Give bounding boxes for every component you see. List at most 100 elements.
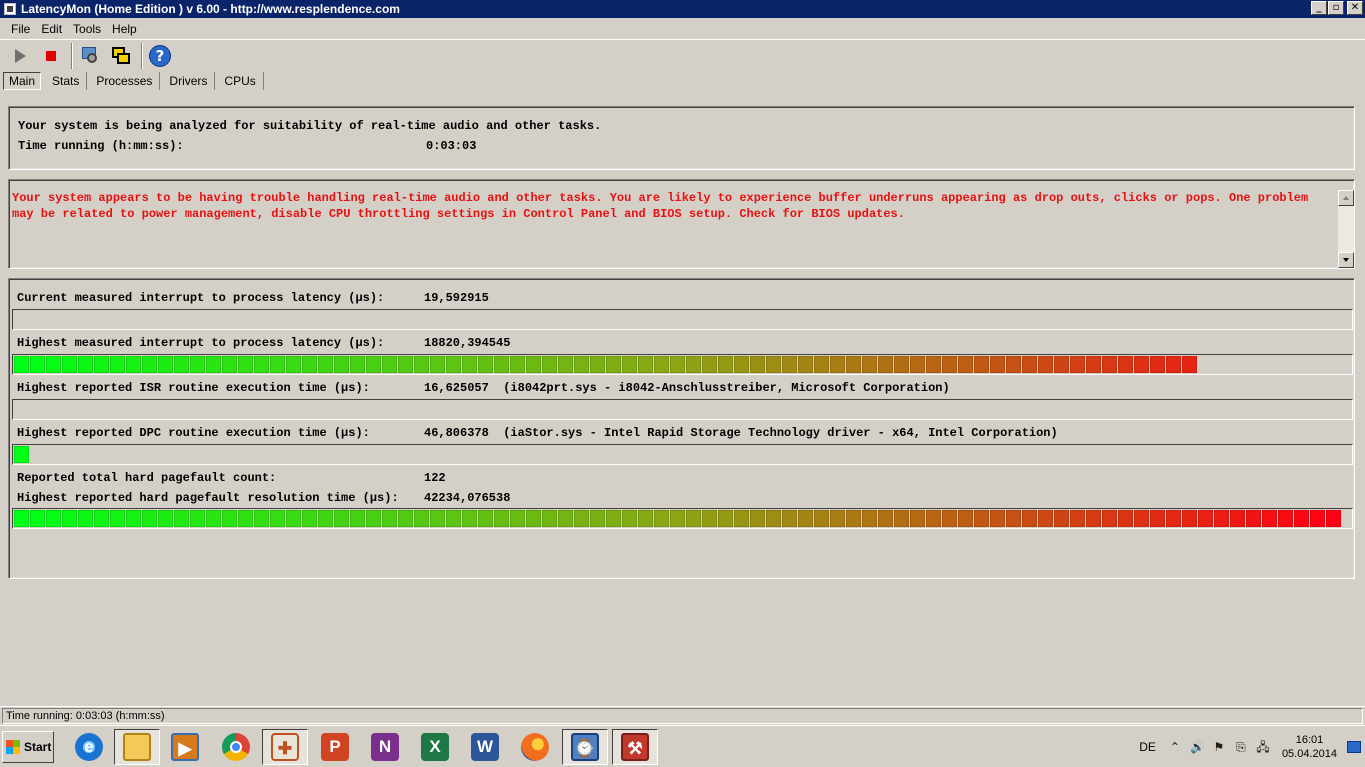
start-button[interactable]: Start xyxy=(2,731,54,763)
help-button[interactable]: ? xyxy=(146,42,174,70)
bar-segment xyxy=(558,356,573,373)
bar-segment xyxy=(190,510,205,527)
bar-segment xyxy=(654,510,669,527)
taskbar-paint[interactable]: ✚ xyxy=(262,729,308,765)
analysis-status-text: Your system is being analyzed for suitab… xyxy=(18,119,602,133)
taskbar-internet-explorer[interactable]: e xyxy=(66,729,112,765)
bar-segment xyxy=(446,356,461,373)
powerpoint-icon: P xyxy=(321,733,349,761)
bar-segment xyxy=(1118,510,1133,527)
show-hidden-icons-icon[interactable]: ⌃ xyxy=(1168,740,1182,754)
taskbar-file-explorer[interactable] xyxy=(114,729,160,765)
clock-date: 05.04.2014 xyxy=(1281,748,1337,760)
app-icon[interactable] xyxy=(4,3,16,15)
clock-time: 16:01 xyxy=(1295,734,1324,746)
bar-segment xyxy=(94,356,109,373)
bar-segment xyxy=(862,510,877,527)
menu-file[interactable]: File xyxy=(6,22,36,36)
taskbar-latencymon[interactable]: ⌚ xyxy=(562,729,608,765)
taskbar-powerpoint[interactable]: P xyxy=(312,729,358,765)
bar-segment xyxy=(542,356,557,373)
start-monitoring-button[interactable] xyxy=(6,42,34,70)
tab-drivers[interactable]: Drivers xyxy=(162,72,216,90)
pagefault-time-value: 42234,076538 xyxy=(424,491,511,505)
isr-time-value: 16,625057 (i8042prt.sys - i8042-Anschlus… xyxy=(424,381,950,395)
scroll-up-icon[interactable] xyxy=(1338,190,1354,206)
bar-segment xyxy=(670,356,685,373)
tab-main[interactable]: Main xyxy=(3,72,42,90)
scroll-down-icon[interactable] xyxy=(1338,252,1354,268)
bar-segment xyxy=(14,356,29,373)
taskbar-toolbox[interactable]: ⚒ xyxy=(612,729,658,765)
bar-segment xyxy=(1102,356,1117,373)
bar-segment xyxy=(190,356,205,373)
taskbar-media-player[interactable]: ▶ xyxy=(162,729,208,765)
taskbar-chrome[interactable] xyxy=(213,729,259,765)
bar-segment xyxy=(974,510,989,527)
toolbar-separator xyxy=(71,42,73,69)
bar-segment xyxy=(1086,356,1101,373)
tab-cpus[interactable]: CPUs xyxy=(217,72,264,90)
bar-segment xyxy=(990,510,1005,527)
taskbar-onenote[interactable]: N xyxy=(362,729,408,765)
bar-segment xyxy=(334,356,349,373)
bar-segment xyxy=(462,510,477,527)
close-button[interactable]: ✕ xyxy=(1347,1,1363,15)
taskbar-excel[interactable]: X xyxy=(412,729,458,765)
bar-segment xyxy=(1118,356,1133,373)
bar-segment xyxy=(62,356,77,373)
taskbar-firefox[interactable] xyxy=(512,729,558,765)
clock[interactable]: 16:01 05.04.2014 xyxy=(1282,733,1337,761)
dpc-time-bar-fill xyxy=(14,446,30,463)
bar-segment xyxy=(238,510,253,527)
bar-segment xyxy=(206,356,221,373)
bar-segment xyxy=(350,510,365,527)
bar-segment xyxy=(606,356,621,373)
highest-latency-bar xyxy=(12,354,1353,375)
bar-segment xyxy=(750,510,765,527)
current-latency-label: Current measured interrupt to process la… xyxy=(17,291,385,305)
configure-button[interactable] xyxy=(76,42,104,70)
bar-segment xyxy=(302,356,317,373)
menu-help[interactable]: Help xyxy=(107,22,143,36)
tab-stats[interactable]: Stats xyxy=(45,72,88,90)
dpc-time-value: 46,806378 (iaStor.sys - Intel Rapid Stor… xyxy=(424,426,1058,440)
bar-segment xyxy=(1278,510,1293,527)
windows-button[interactable] xyxy=(107,42,135,70)
bar-segment xyxy=(734,510,749,527)
show-desktop-icon[interactable] xyxy=(1347,741,1361,753)
bar-segment xyxy=(654,356,669,373)
latencymon-icon: ⌚ xyxy=(571,733,599,761)
bar-segment xyxy=(158,510,173,527)
tab-processes[interactable]: Processes xyxy=(89,72,161,90)
bar-segment xyxy=(1006,356,1021,373)
taskbar-word[interactable]: W xyxy=(462,729,508,765)
bar-segment xyxy=(1246,510,1261,527)
minimize-button[interactable]: _ xyxy=(1311,1,1327,15)
menu-edit[interactable]: Edit xyxy=(36,22,68,36)
safely-remove-hardware-icon[interactable]: ⎘ xyxy=(1234,740,1248,754)
bar-segment xyxy=(558,510,573,527)
bar-segment xyxy=(510,510,525,527)
bar-segment xyxy=(254,510,269,527)
bar-segment xyxy=(366,510,381,527)
bar-segment xyxy=(574,356,589,373)
bar-segment xyxy=(1070,356,1085,373)
action-center-flag-icon[interactable]: ⚑ xyxy=(1212,740,1226,754)
language-indicator[interactable]: DE xyxy=(1139,740,1156,754)
stop-monitoring-button[interactable] xyxy=(37,42,65,70)
network-icon[interactable]: 🖧 xyxy=(1256,740,1270,754)
message-scrollbar[interactable] xyxy=(1338,190,1354,268)
configure-icon xyxy=(80,46,100,66)
bar-segment xyxy=(526,356,541,373)
bar-segment xyxy=(766,510,781,527)
bar-segment xyxy=(718,356,733,373)
bar-segment xyxy=(830,356,845,373)
volume-icon[interactable]: 🔊 xyxy=(1190,740,1205,754)
maximize-button[interactable]: ▫ xyxy=(1328,1,1344,15)
menu-tools[interactable]: Tools xyxy=(68,22,107,36)
bar-segment xyxy=(270,510,285,527)
bar-segment xyxy=(1310,510,1325,527)
title-bar[interactable]: LatencyMon (Home Edition ) v 6.00 - http… xyxy=(0,0,1365,18)
bar-segment xyxy=(590,356,605,373)
